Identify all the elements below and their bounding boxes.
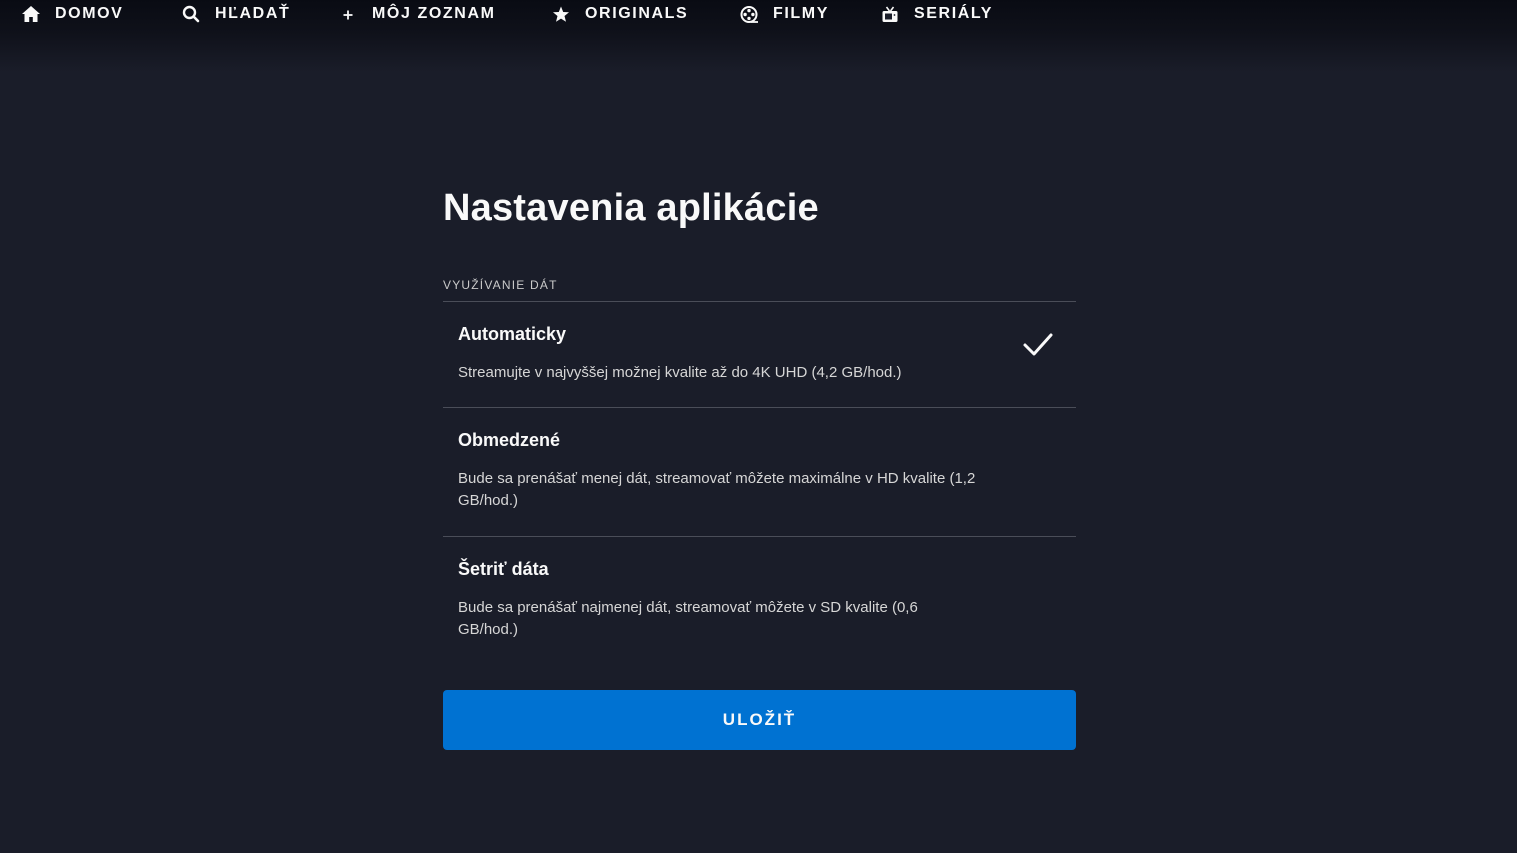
nav-label-originals: ORIGINALS [585, 5, 689, 22]
option-automatic[interactable]: Automaticky Streamujte v najvyššej možne… [443, 301, 1076, 407]
nav-label-series: SERIÁLY [914, 5, 994, 22]
nav-item-search[interactable]: HĽADAŤ [181, 0, 290, 28]
nav-label-watchlist: MÔJ ZOZNAM [372, 5, 496, 22]
nav-item-originals[interactable]: ORIGINALS [551, 0, 688, 28]
option-description: Streamujte v najvyššej možnej kvalite až… [458, 364, 902, 381]
nav-item-movies[interactable]: FILMY [739, 0, 829, 28]
option-title: Automaticky [458, 324, 567, 344]
nav-item-home[interactable]: DOMOV [21, 0, 123, 28]
checkmark-icon [1023, 333, 1053, 356]
search-icon [181, 4, 201, 24]
option-title: Obmedzené [458, 430, 561, 450]
option-save-data[interactable]: Šetriť dáta Bude sa prenášať najmenej dá… [443, 536, 1076, 666]
film-reel-icon [739, 4, 759, 24]
settings-panel: Nastavenia aplikácie VYUŽÍVANIE DÁT Auto… [443, 180, 1076, 750]
home-icon [21, 4, 41, 24]
option-limited[interactable]: Obmedzené Bude sa prenášať menej dát, st… [443, 407, 1076, 536]
nav-label-movies: FILMY [773, 5, 829, 22]
tv-icon [880, 4, 900, 24]
option-description: Bude sa prenášať najmenej dát, streamova… [458, 599, 918, 638]
data-usage-options: Automaticky Streamujte v najvyššej možne… [443, 301, 1076, 666]
option-title: Šetriť dáta [458, 559, 549, 579]
nav-item-series[interactable]: SERIÁLY [880, 0, 993, 28]
nav-label-home: DOMOV [55, 5, 124, 22]
plus-icon [338, 4, 358, 24]
save-button[interactable]: ULOŽIŤ [443, 690, 1076, 750]
section-label: VYUŽÍVANIE DÁT [443, 278, 558, 292]
top-navigation: DOMOV HĽADAŤ MÔJ ZOZNAM ORIGINALS FILMY … [0, 0, 1517, 72]
star-icon [551, 4, 571, 24]
nav-label-search: HĽADAŤ [215, 5, 291, 22]
option-description: Bude sa prenášať menej dát, streamovať m… [458, 470, 976, 509]
nav-item-watchlist[interactable]: MÔJ ZOZNAM [338, 0, 496, 28]
page-title: Nastavenia aplikácie [443, 187, 819, 229]
